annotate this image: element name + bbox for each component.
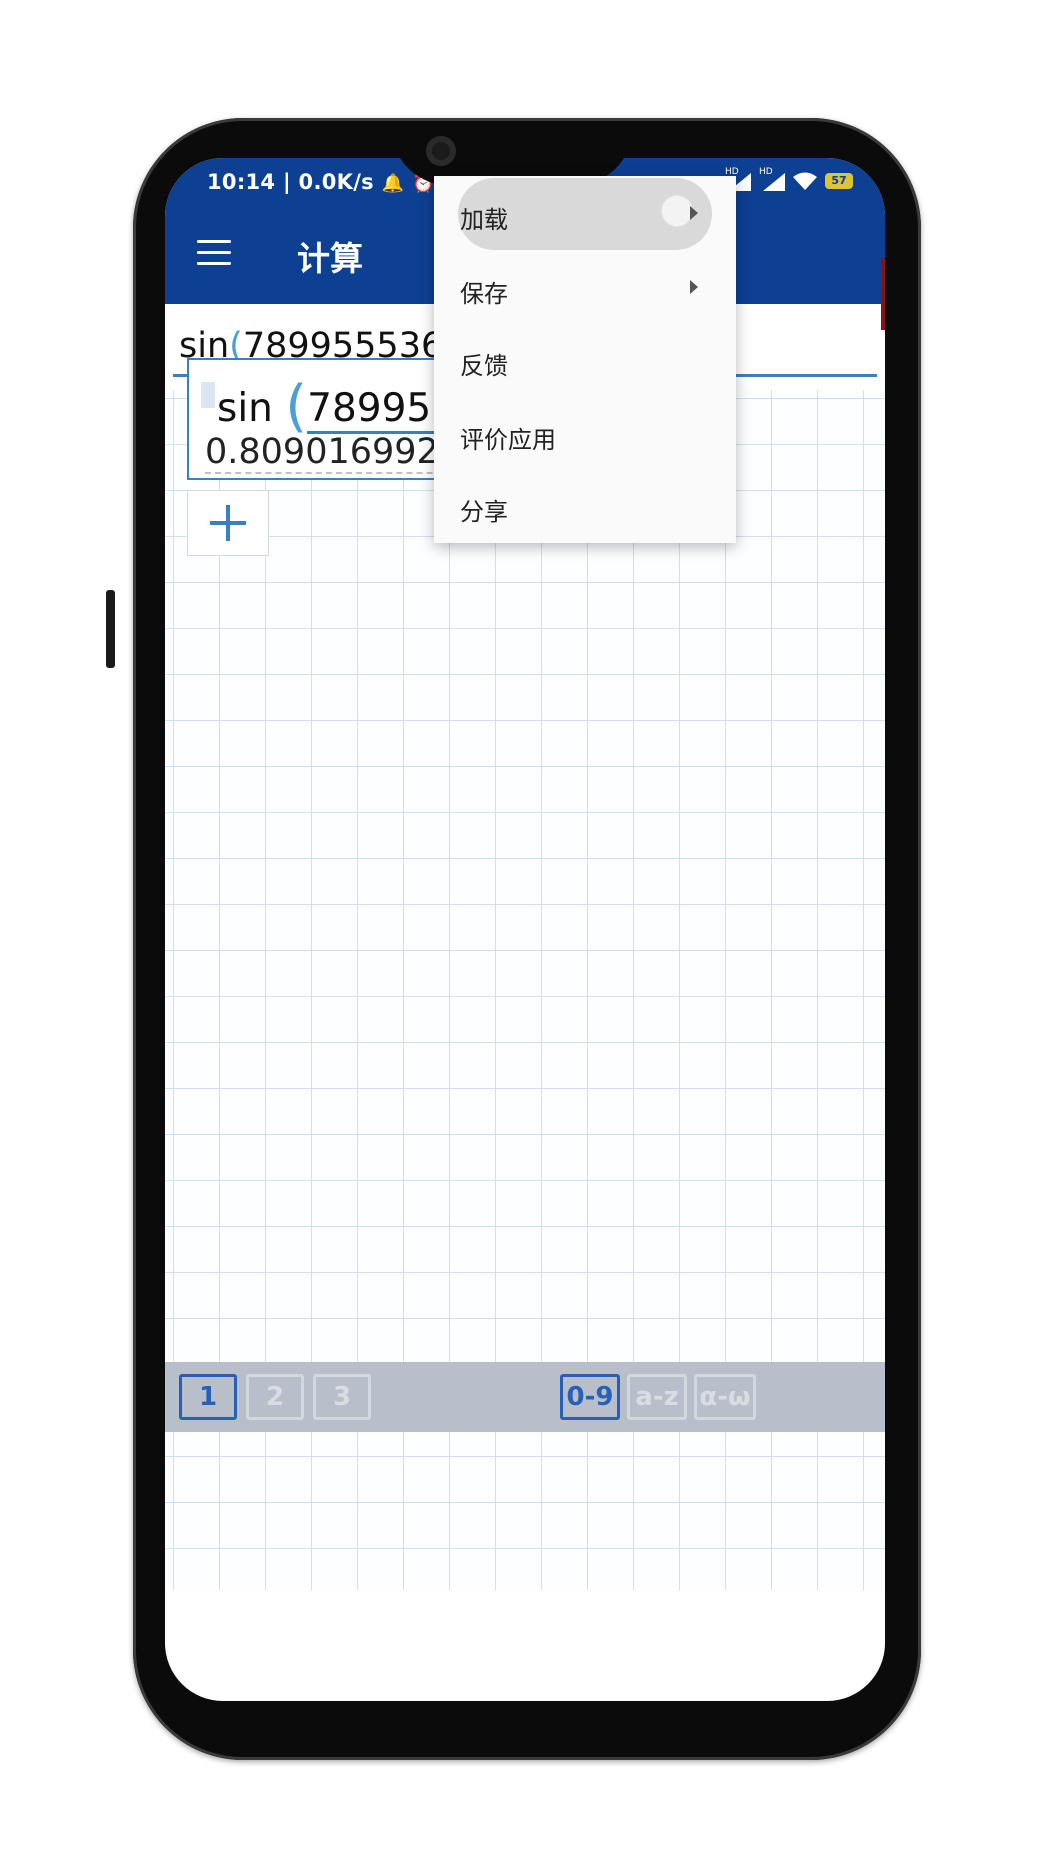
page-title: 计算 xyxy=(297,239,363,278)
submenu-arrow-icon xyxy=(690,280,698,294)
submenu-arrow-icon xyxy=(690,206,698,220)
bottom-toolbar: 1 2 3 0-9 a-z α-ω xyxy=(165,1362,885,1432)
notification-icon: 🔔 xyxy=(381,173,405,194)
menu-item-feedback[interactable]: 反馈 xyxy=(434,324,736,396)
overflow-menu: 加载 保存 反馈 评价应用 分享 xyxy=(434,176,736,543)
battery-level: 57 xyxy=(831,174,847,187)
plus-icon xyxy=(226,505,230,541)
menu-item-load[interactable]: 加载 xyxy=(434,178,736,250)
menu-item-label: 反馈 xyxy=(460,352,508,380)
expr-func: sin xyxy=(217,386,273,431)
signal-icon: HD xyxy=(759,167,785,191)
page-3-button[interactable]: 3 xyxy=(313,1374,371,1420)
menu-item-label: 分享 xyxy=(460,498,508,526)
keyboard-greek-button[interactable]: α-ω xyxy=(694,1374,756,1420)
wifi-icon xyxy=(793,172,817,190)
keyboard-digits-button[interactable]: 0-9 xyxy=(560,1374,620,1420)
menu-item-share[interactable]: 分享 xyxy=(434,470,736,542)
keyboard-latin-button[interactable]: a-z xyxy=(627,1374,687,1420)
hamburger-menu-icon[interactable] xyxy=(197,240,231,266)
menu-item-label: 评价应用 xyxy=(460,426,556,454)
add-expression-button[interactable] xyxy=(187,490,269,556)
touch-indicator xyxy=(662,196,692,226)
menu-item-label: 保存 xyxy=(460,280,508,308)
menu-item-save[interactable]: 保存 xyxy=(434,252,736,324)
page-1-button[interactable]: 1 xyxy=(179,1374,237,1420)
status-icons: HD HD 57 xyxy=(725,167,853,191)
expr-paren: ( xyxy=(285,374,308,439)
selection-cursor xyxy=(201,382,215,408)
status-text: 10:14 | 0.0K/s xyxy=(207,170,374,194)
hd-label: HD xyxy=(759,167,773,177)
menu-item-label: 加载 xyxy=(460,206,508,234)
scroll-indicator xyxy=(881,258,885,330)
menu-item-rate-app[interactable]: 评价应用 xyxy=(434,398,736,470)
volume-button xyxy=(106,590,115,668)
battery-icon: 57 xyxy=(825,173,853,189)
front-camera xyxy=(426,136,456,166)
page-2-button[interactable]: 2 xyxy=(246,1374,304,1420)
